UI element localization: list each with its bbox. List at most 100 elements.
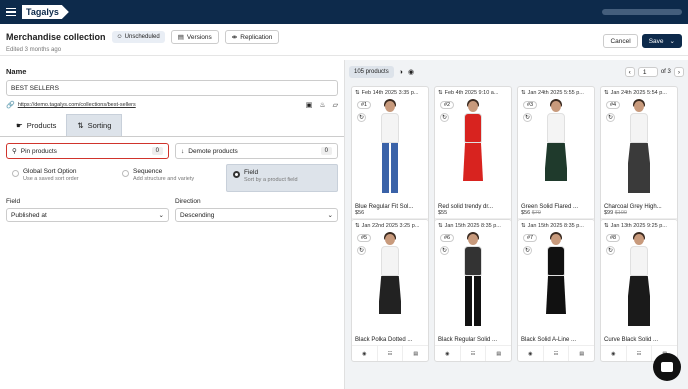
chevron-down-icon: ⌄: [327, 212, 333, 219]
product-name: Blue Regular Fit Sol...: [355, 204, 414, 210]
chat-button[interactable]: [653, 353, 681, 381]
sort-option-sequence[interactable]: Sequence Add structure and variety: [116, 164, 226, 192]
refresh-icon[interactable]: ↻: [606, 113, 615, 122]
garment-shape: [463, 143, 483, 181]
refresh-icon[interactable]: ↻: [606, 246, 615, 255]
global-title: Global Sort Option: [23, 168, 77, 175]
radio-sequence[interactable]: [122, 170, 129, 177]
cancel-button[interactable]: Cancel: [603, 34, 638, 48]
demote-products-button[interactable]: ↓ Demote products 0: [175, 143, 338, 159]
eye-icon[interactable]: ◉: [408, 68, 414, 76]
eye-icon: ◉: [528, 350, 533, 357]
direction-label: Direction: [175, 198, 201, 205]
rank-badge: #4: [606, 101, 621, 109]
sort-icon: ⇅: [604, 89, 609, 96]
product-name: Charcoal Grey High...: [604, 204, 662, 210]
arrow-down-icon: ↓: [181, 147, 185, 155]
logo[interactable]: Tagalys: [22, 5, 69, 19]
published-date: ⇅ Jan 13th 2025 9:25 p...: [601, 220, 677, 231]
versions-button[interactable]: ▤ Versions: [170, 30, 219, 44]
page-input[interactable]: 1: [637, 67, 658, 77]
radio-global[interactable]: [12, 170, 19, 177]
published-date: ⇅ Jan 15th 2025 8:35 p...: [518, 220, 594, 231]
date-text: Jan 24th 2025 5:54 p...: [610, 89, 667, 96]
refresh-icon[interactable]: ↻: [440, 246, 449, 255]
page-header: Merchandise collection ☺ Unscheduled ▤ Ver…: [0, 24, 688, 56]
collection-url[interactable]: https://demo.tagalys.com/collections/bes…: [18, 102, 136, 108]
field-sub: Sort by a product field: [244, 177, 298, 183]
replication-label: Replication: [240, 33, 273, 41]
product-card[interactable]: ⇅ Jan 13th 2025 9:25 p... #8 ↻ Curve Blac…: [600, 219, 678, 362]
user-email[interactable]: [602, 9, 682, 15]
product-card[interactable]: ⇅ Feb 14th 2025 3:35 p... #1 ↻ Blue Regul…: [351, 86, 429, 235]
next-page-button[interactable]: ›: [673, 67, 684, 77]
tab-products[interactable]: ☛ Products: [6, 114, 66, 136]
grid-toggle-icon[interactable]: ◑: [399, 69, 403, 76]
garment-shape: [465, 276, 481, 326]
bag-stat: ▤: [569, 346, 594, 361]
direction-select-value: Descending: [180, 211, 215, 219]
name-label: Name: [6, 67, 27, 76]
rank-badge: #5: [357, 234, 372, 242]
head-shape: [634, 101, 644, 112]
refresh-icon[interactable]: ↻: [523, 113, 532, 122]
replication-icon: ⇼: [231, 34, 238, 41]
sort-icon: ⇅: [438, 222, 443, 229]
product-card[interactable]: ⇅ Jan 24th 2025 5:55 p... #3 ↻ Green Soli…: [517, 86, 595, 235]
original-price: $79: [531, 210, 541, 216]
trash-icon[interactable]: ▱: [333, 101, 338, 109]
sort-icon: ⇅: [77, 121, 84, 130]
pin-products-button[interactable]: ⚲ Pin products 0: [6, 143, 169, 159]
unscheduled-badge[interactable]: ☺ Unscheduled: [111, 31, 165, 43]
product-stats: ◉ ☷ ▤: [352, 345, 428, 361]
prev-page-button[interactable]: ‹: [624, 67, 635, 77]
refresh-icon[interactable]: ↻: [523, 246, 532, 255]
model-figure: [538, 231, 574, 335]
tab-sorting[interactable]: ⇅ Sorting: [66, 114, 123, 136]
bag-stat: ▤: [403, 346, 428, 361]
date-text: Jan 22nd 2025 3:25 p...: [361, 222, 420, 229]
field-select[interactable]: Published at ⌄: [6, 208, 169, 222]
product-price: $55: [435, 210, 511, 218]
head-shape: [551, 101, 561, 112]
name-input[interactable]: BEST SELLERS: [6, 80, 338, 96]
date-text: Jan 15th 2025 8:35 p...: [527, 222, 584, 229]
head-shape: [468, 101, 478, 112]
product-name: Green Solid Flared ...: [521, 204, 579, 210]
product-card[interactable]: ⇅ Jan 24th 2025 5:54 p... #4 ↻ Charcoal G…: [600, 86, 678, 235]
views-stat: ◉: [601, 346, 627, 361]
torso-shape: [464, 113, 482, 143]
published-date: ⇅ Jan 24th 2025 5:54 p...: [601, 87, 677, 98]
save-button[interactable]: Save ⌄: [641, 34, 682, 48]
replication-button[interactable]: ⇼ Replication: [224, 30, 280, 44]
product-card[interactable]: ⇅ Jan 22nd 2025 3:25 p... #5 ↻ Black Polk…: [351, 219, 429, 362]
product-card[interactable]: ⇅ Jan 15th 2025 8:35 p... #7 ↻ Black Soli…: [517, 219, 595, 362]
radio-field[interactable]: [233, 171, 240, 178]
sort-option-field[interactable]: Field Sort by a product field: [226, 164, 338, 192]
cart-stat: ☷: [627, 346, 653, 361]
refresh-icon[interactable]: ↻: [357, 246, 366, 255]
date-text: Feb 4th 2025 9:10 a...: [444, 89, 499, 96]
demote-count: 0: [320, 147, 332, 155]
product-image: #7 ↻: [520, 231, 592, 335]
sort-icon: ⇅: [438, 89, 443, 96]
product-card[interactable]: ⇅ Jan 15th 2025 8:35 p... #6 ↻ Black Regu…: [434, 219, 512, 362]
menu-icon[interactable]: [6, 7, 16, 17]
field-title: Field: [244, 169, 259, 176]
torso-shape: [547, 113, 565, 143]
refresh-icon[interactable]: ↻: [440, 113, 449, 122]
eye-icon: ◉: [611, 350, 616, 357]
bell-icon[interactable]: ♨: [319, 101, 325, 109]
sort-icon: ⇅: [521, 89, 526, 96]
image-icon[interactable]: ▣: [306, 101, 313, 109]
garment-shape: [379, 276, 401, 314]
head-shape: [468, 234, 478, 245]
sort-option-global[interactable]: Global Sort Option Use a saved sort order: [6, 164, 116, 192]
product-image: #8 ↻: [603, 231, 675, 335]
head-shape: [385, 101, 395, 112]
bag-icon: ▤: [496, 350, 502, 357]
product-card[interactable]: ⇅ Feb 4th 2025 9:10 a... #2 ↻ Red solid t…: [434, 86, 512, 235]
sequence-title: Sequence: [133, 168, 163, 175]
direction-select[interactable]: Descending ⌄: [175, 208, 338, 222]
refresh-icon[interactable]: ↻: [357, 113, 366, 122]
